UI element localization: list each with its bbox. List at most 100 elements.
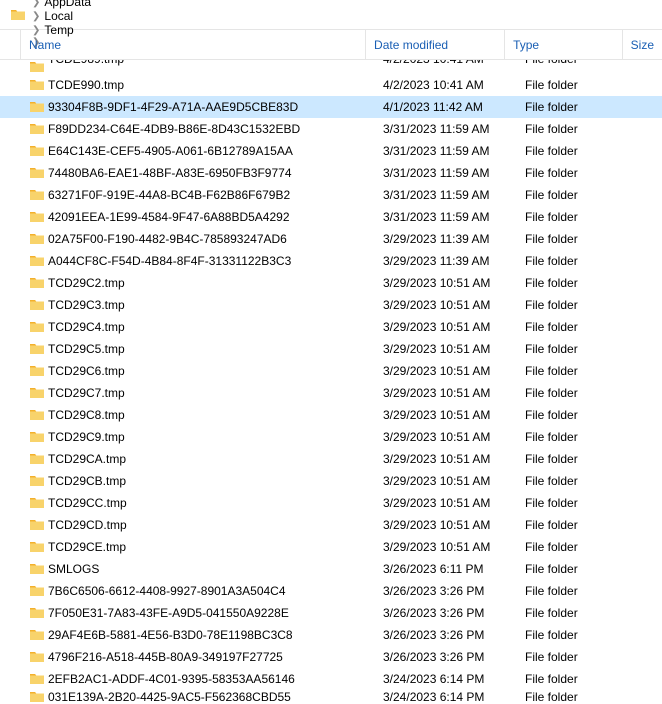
- file-date: 3/26/2023 3:26 PM: [375, 584, 517, 598]
- file-date: 3/29/2023 10:51 AM: [375, 298, 517, 312]
- folder-icon: [28, 209, 46, 225]
- file-name: TCD29C3.tmp: [46, 298, 375, 312]
- file-date: 3/29/2023 10:51 AM: [375, 408, 517, 422]
- chevron-right-icon: ❯: [32, 0, 40, 8]
- file-row[interactable]: 42091EEA-1E99-4584-9F47-6A88BD5A42923/31…: [0, 206, 662, 228]
- file-row[interactable]: TCD29C8.tmp3/29/2023 10:51 AMFile folder: [0, 404, 662, 426]
- file-row[interactable]: F89DD234-C64E-4DB9-B86E-8D43C1532EBD3/31…: [0, 118, 662, 140]
- file-row[interactable]: TCD29C6.tmp3/29/2023 10:51 AMFile folder: [0, 360, 662, 382]
- file-row[interactable]: 031E139A-2B20-4425-9AC5-F562368CBD553/24…: [0, 690, 662, 704]
- file-name: 74480BA6-EAE1-48BF-A83E-6950FB3F9774: [46, 166, 375, 180]
- folder-icon: [28, 451, 46, 467]
- file-row[interactable]: TCD29CD.tmp3/29/2023 10:51 AMFile folder: [0, 514, 662, 536]
- file-name: TCD29C5.tmp: [46, 342, 375, 356]
- header-size[interactable]: Size: [623, 30, 662, 59]
- file-date: 3/24/2023 6:14 PM: [375, 672, 517, 686]
- file-row[interactable]: TCD29C2.tmp3/29/2023 10:51 AMFile folder: [0, 272, 662, 294]
- file-date: 4/2/2023 10:41 AM: [375, 78, 517, 92]
- file-row[interactable]: TCD29C5.tmp3/29/2023 10:51 AMFile folder: [0, 338, 662, 360]
- breadcrumb-segment[interactable]: ❯ AppData: [26, 0, 150, 9]
- file-row[interactable]: SMLOGS3/26/2023 6:11 PMFile folder: [0, 558, 662, 580]
- file-name: 29AF4E6B-5881-4E56-B3D0-78E1198BC3C8: [46, 628, 375, 642]
- file-row[interactable]: 7F050E31-7A83-43FE-A9D5-041550A9228E3/26…: [0, 602, 662, 624]
- file-list[interactable]: TCDE989.tmp4/2/2023 10:41 AMFile folderT…: [0, 60, 662, 704]
- file-name: 7F050E31-7A83-43FE-A9D5-041550A9228E: [46, 606, 375, 620]
- file-type: File folder: [517, 650, 637, 664]
- header-name[interactable]: Name: [21, 30, 366, 59]
- file-name: TCD29CB.tmp: [46, 474, 375, 488]
- folder-icon: [28, 77, 46, 93]
- folder-icon: [28, 165, 46, 181]
- file-row[interactable]: TCD29C4.tmp3/29/2023 10:51 AMFile folder: [0, 316, 662, 338]
- file-row[interactable]: 63271F0F-919E-44A8-BC4B-F62B86F679B23/31…: [0, 184, 662, 206]
- file-date: 3/29/2023 10:51 AM: [375, 518, 517, 532]
- file-row[interactable]: 7B6C6506-6612-4408-9927-8901A3A504C43/26…: [0, 580, 662, 602]
- address-bar[interactable]: ❯Ramesh Srinivasan❯AppData❯Local❯Temp❯: [0, 0, 662, 30]
- file-date: 3/29/2023 10:51 AM: [375, 474, 517, 488]
- file-date: 4/1/2023 11:42 AM: [375, 100, 517, 114]
- file-date: 3/29/2023 10:51 AM: [375, 430, 517, 444]
- chevron-right-icon: ❯: [32, 11, 40, 22]
- file-row[interactable]: TCD29C7.tmp3/29/2023 10:51 AMFile folder: [0, 382, 662, 404]
- file-name: TCD29C7.tmp: [46, 386, 375, 400]
- file-name: 02A75F00-F190-4482-9B4C-785893247AD6: [46, 232, 375, 246]
- file-row[interactable]: TCD29CE.tmp3/29/2023 10:51 AMFile folder: [0, 536, 662, 558]
- file-row[interactable]: TCD29CC.tmp3/29/2023 10:51 AMFile folder: [0, 492, 662, 514]
- file-row[interactable]: 02A75F00-F190-4482-9B4C-785893247AD63/29…: [0, 228, 662, 250]
- file-row[interactable]: A044CF8C-F54D-4B84-8F4F-31331122B3C33/29…: [0, 250, 662, 272]
- folder-icon: [10, 7, 26, 23]
- file-date: 3/29/2023 11:39 AM: [375, 232, 517, 246]
- file-type: File folder: [517, 452, 637, 466]
- file-row[interactable]: TCD29C3.tmp3/29/2023 10:51 AMFile folder: [0, 294, 662, 316]
- file-type: File folder: [517, 232, 637, 246]
- file-date: 3/31/2023 11:59 AM: [375, 144, 517, 158]
- file-date: 3/31/2023 11:59 AM: [375, 188, 517, 202]
- file-row[interactable]: TCD29CB.tmp3/29/2023 10:51 AMFile folder: [0, 470, 662, 492]
- header-type[interactable]: Type: [505, 30, 623, 59]
- breadcrumb-label: Local: [44, 9, 73, 23]
- file-type: File folder: [517, 430, 637, 444]
- folder-icon: [28, 429, 46, 445]
- file-type: File folder: [517, 518, 637, 532]
- file-name: TCD29C6.tmp: [46, 364, 375, 378]
- file-row[interactable]: E64C143E-CEF5-4905-A061-6B12789A15AA3/31…: [0, 140, 662, 162]
- folder-icon: [28, 341, 46, 357]
- folder-icon: [28, 473, 46, 489]
- file-row[interactable]: 93304F8B-9DF1-4F29-A71A-AAE9D5CBE83D4/1/…: [0, 96, 662, 118]
- file-date: 3/24/2023 6:14 PM: [375, 690, 517, 704]
- file-row[interactable]: TCDE989.tmp4/2/2023 10:41 AMFile folder: [0, 60, 662, 74]
- file-type: File folder: [517, 144, 637, 158]
- file-type: File folder: [517, 364, 637, 378]
- file-date: 3/26/2023 3:26 PM: [375, 606, 517, 620]
- header-date-modified[interactable]: Date modified: [366, 30, 505, 59]
- folder-icon: [28, 627, 46, 643]
- folder-icon: [28, 363, 46, 379]
- file-type: File folder: [517, 540, 637, 554]
- file-name: 93304F8B-9DF1-4F29-A71A-AAE9D5CBE83D: [46, 100, 375, 114]
- file-row[interactable]: 2EFB2AC1-ADDF-4C01-9395-58353AA561463/24…: [0, 668, 662, 690]
- file-name: 4796F216-A518-445B-80A9-349197F27725: [46, 650, 375, 664]
- file-name: F89DD234-C64E-4DB9-B86E-8D43C1532EBD: [46, 122, 375, 136]
- breadcrumb-label: AppData: [44, 0, 91, 9]
- file-name: TCD29CA.tmp: [46, 452, 375, 466]
- file-row[interactable]: TCD29CA.tmp3/29/2023 10:51 AMFile folder: [0, 448, 662, 470]
- file-date: 3/29/2023 10:51 AM: [375, 452, 517, 466]
- file-row[interactable]: TCDE990.tmp4/2/2023 10:41 AMFile folder: [0, 74, 662, 96]
- file-date: 3/29/2023 10:51 AM: [375, 496, 517, 510]
- file-row[interactable]: 74480BA6-EAE1-48BF-A83E-6950FB3F97743/31…: [0, 162, 662, 184]
- file-name: A044CF8C-F54D-4B84-8F4F-31331122B3C3: [46, 254, 375, 268]
- file-row[interactable]: TCD29C9.tmp3/29/2023 10:51 AMFile folder: [0, 426, 662, 448]
- file-name: TCD29C2.tmp: [46, 276, 375, 290]
- file-row[interactable]: 29AF4E6B-5881-4E56-B3D0-78E1198BC3C83/26…: [0, 624, 662, 646]
- file-type: File folder: [517, 408, 637, 422]
- file-row[interactable]: 4796F216-A518-445B-80A9-349197F277253/26…: [0, 646, 662, 668]
- folder-icon: [28, 671, 46, 687]
- file-date: 3/26/2023 3:26 PM: [375, 650, 517, 664]
- folder-icon: [28, 275, 46, 291]
- file-type: File folder: [517, 496, 637, 510]
- file-date: 3/26/2023 6:11 PM: [375, 562, 517, 576]
- file-date: 3/31/2023 11:59 AM: [375, 166, 517, 180]
- file-name: TCDE990.tmp: [46, 78, 375, 92]
- breadcrumb-segment[interactable]: ❯ Local: [26, 9, 150, 23]
- column-headers[interactable]: Name Date modified Type Size: [0, 30, 662, 60]
